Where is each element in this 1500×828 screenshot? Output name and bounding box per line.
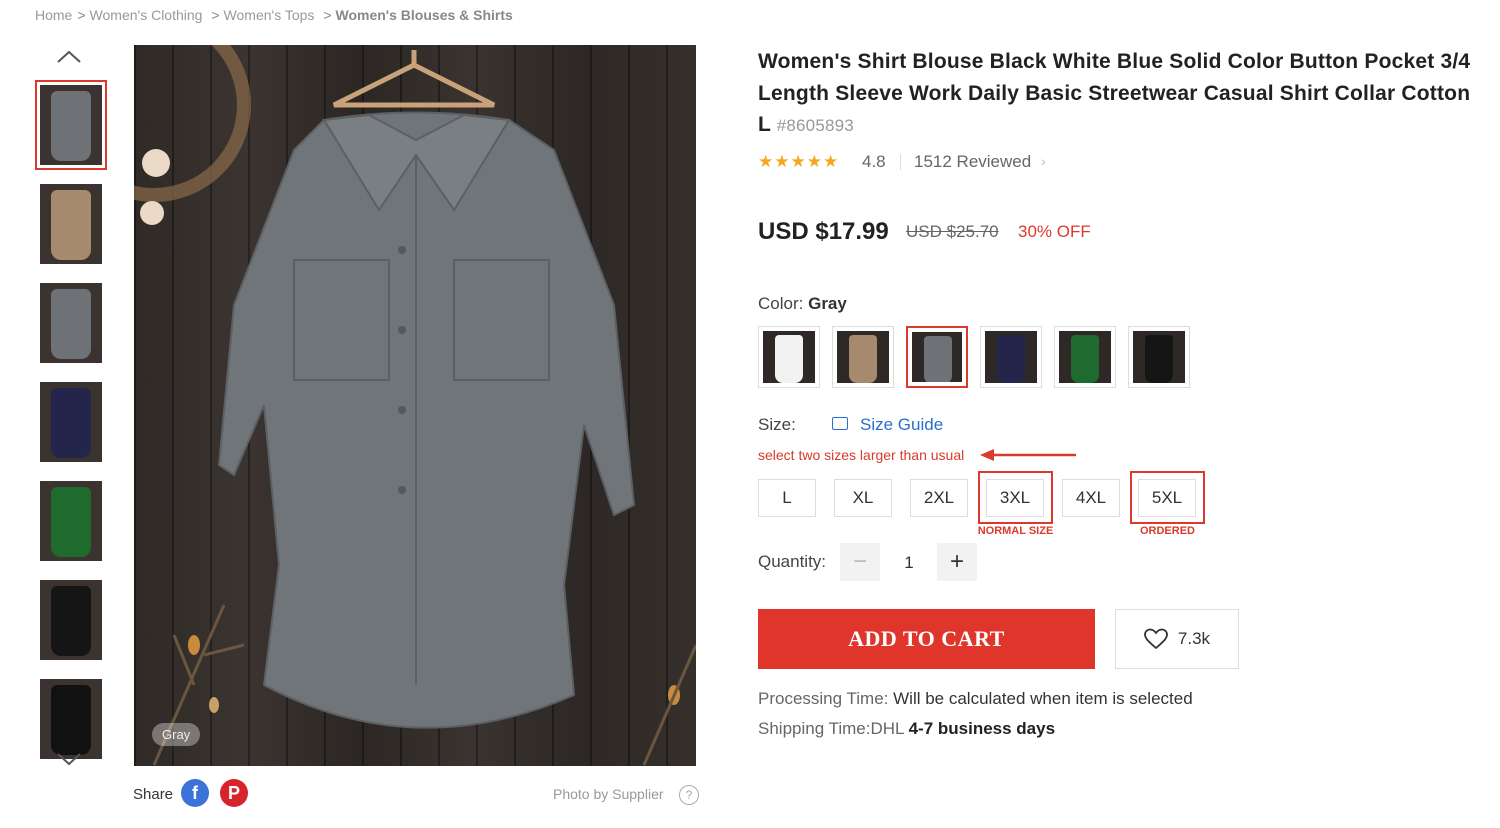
breadcrumb-home[interactable]: Home	[35, 7, 72, 23]
breadcrumb-womens-tops[interactable]: Women's Tops	[224, 7, 315, 23]
swatch-shirt	[997, 335, 1025, 383]
product-title-text: Women's Shirt Blouse Black White Blue So…	[758, 50, 1471, 136]
color-swatch-navy[interactable]	[980, 326, 1042, 388]
shipping-days: 4-7 business days	[908, 719, 1056, 738]
color-selected-value: Gray	[808, 294, 847, 313]
breadcrumb-separator: >	[323, 7, 332, 23]
thumbnail-3[interactable]	[40, 283, 102, 363]
wishlist-count: 7.3k	[1177, 629, 1211, 648]
size-option-l[interactable]: L	[758, 479, 816, 517]
normal-size-annotation: NORMAL SIZE	[977, 525, 1054, 537]
ordered-size-annotation: ORDERED	[1139, 525, 1195, 537]
discount-badge: 30% OFF	[1018, 222, 1091, 241]
swatch-shirt	[1071, 335, 1099, 383]
chevron-down-icon[interactable]	[55, 749, 83, 769]
quantity-plus-button[interactable]: +	[937, 543, 977, 581]
processing-time: Processing Time: Will be calculated when…	[758, 689, 1193, 709]
product-title: Women's Shirt Blouse Black White Blue So…	[758, 46, 1483, 142]
thumbnail-shirt	[51, 388, 91, 458]
breadcrumb-separator: >	[211, 7, 220, 23]
chevron-up-icon[interactable]	[55, 47, 83, 67]
share-label: Share	[133, 786, 174, 803]
chevron-right-icon[interactable]: ›	[1041, 153, 1046, 169]
swatch-shirt	[924, 336, 952, 382]
rating-stars-icon: ★★★★★	[758, 152, 840, 171]
color-swatch-gray[interactable]	[906, 326, 968, 388]
thumbnail-6[interactable]	[40, 580, 102, 660]
thumbnail-4[interactable]	[40, 382, 102, 462]
shipping-time-label: Shipping Time:	[758, 719, 871, 738]
help-icon[interactable]: ?	[679, 785, 699, 805]
facebook-icon[interactable]: f	[181, 779, 209, 807]
rating-value: 4.8	[862, 152, 886, 171]
swatch-image	[1133, 331, 1185, 383]
wishlist-button[interactable]: 7.3k	[1115, 609, 1239, 669]
swatch-image	[1059, 331, 1111, 383]
shipping-time: Shipping Time:DHL 4-7 business days	[758, 719, 1055, 739]
quantity-minus-button[interactable]: −	[840, 543, 880, 581]
breadcrumb: Home > Women's Clothing > Women's Tops > Wom…	[35, 7, 513, 23]
color-tag: Gray	[152, 723, 201, 746]
swatch-shirt	[1145, 335, 1173, 383]
color-label: Color: Gray	[758, 294, 847, 314]
breadcrumb-separator: >	[77, 7, 86, 23]
thumbnail-7[interactable]	[40, 679, 102, 759]
photo-by-supplier: Photo by Supplier	[553, 786, 664, 802]
thumbnail-shirt	[51, 190, 91, 260]
thumbnail-shirt	[51, 685, 91, 755]
original-price: USD $25.70	[906, 222, 999, 241]
size-option-2xl[interactable]: 2XL	[910, 479, 968, 517]
shirt-illustration	[134, 45, 696, 766]
thumbnail-2[interactable]	[40, 184, 102, 264]
breadcrumb-womens-clothing[interactable]: Women's Clothing	[90, 7, 203, 23]
processing-time-value: Will be calculated when item is selected	[893, 689, 1193, 708]
shipping-carrier: DHL	[870, 719, 904, 738]
reviews-link[interactable]: 1512 Reviewed	[914, 152, 1031, 172]
thumbnail-shirt	[51, 487, 91, 557]
heart-icon	[1144, 628, 1168, 650]
color-swatch-khaki[interactable]	[832, 326, 894, 388]
main-product-image[interactable]: Gray	[134, 45, 696, 766]
arrow-left-icon	[980, 449, 1076, 461]
swatch-image	[837, 331, 889, 383]
processing-time-label: Processing Time:	[758, 689, 889, 708]
thumbnail-shirt	[51, 289, 91, 359]
quantity-label: Quantity:	[758, 552, 827, 571]
product-sku: #8605893	[776, 116, 854, 135]
swatch-shirt	[775, 335, 803, 383]
size-label: Size:	[758, 415, 796, 434]
swatch-image	[912, 332, 962, 382]
color-label-text: Color:	[758, 294, 804, 313]
thumbnail-1[interactable]	[35, 80, 107, 170]
swatch-image	[985, 331, 1037, 383]
thumbnail-5[interactable]	[40, 481, 102, 561]
normal-size-highlight	[978, 471, 1053, 524]
color-swatch-black[interactable]	[1128, 326, 1190, 388]
size-note: select two sizes larger than usual	[758, 447, 965, 463]
color-swatch-green[interactable]	[1054, 326, 1116, 388]
breadcrumb-current[interactable]: Women's Blouses & Shirts	[336, 7, 513, 23]
color-swatch-white[interactable]	[758, 326, 820, 388]
current-price: USD $17.99	[758, 218, 889, 245]
swatch-shirt	[849, 335, 877, 383]
swatch-image	[763, 331, 815, 383]
divider	[900, 154, 901, 170]
quantity-value[interactable]: 1	[896, 553, 922, 573]
pinterest-icon[interactable]: P	[220, 779, 248, 807]
ordered-size-highlight	[1130, 471, 1205, 524]
add-to-cart-button[interactable]: ADD TO CART	[758, 609, 1095, 669]
size-guide-link[interactable]: Size Guide	[860, 415, 943, 435]
thumbnail-shirt	[51, 91, 91, 161]
ruler-icon[interactable]	[832, 417, 848, 430]
thumbnail-shirt	[51, 586, 91, 656]
size-option-4xl[interactable]: 4XL	[1062, 479, 1120, 517]
size-option-xl[interactable]: XL	[834, 479, 892, 517]
